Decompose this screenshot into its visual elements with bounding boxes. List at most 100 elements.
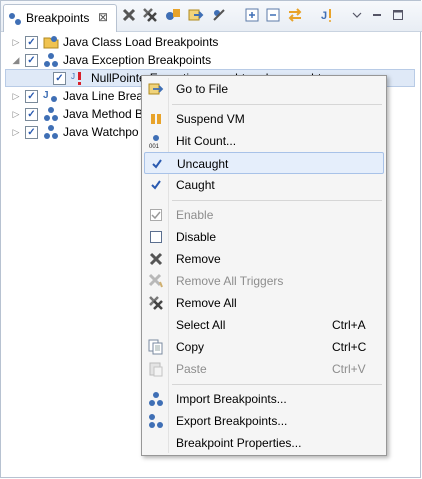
tree-item[interactable]: ▷ ✓ Java Watchpo xyxy=(11,123,139,141)
copy-icon xyxy=(148,339,164,355)
tab-breakpoints[interactable]: Breakpoints ⊠ xyxy=(3,4,117,32)
menu-item-label: Disable xyxy=(176,230,217,244)
swap-icon[interactable] xyxy=(287,7,303,23)
checkbox[interactable]: ✓ xyxy=(25,125,38,139)
menu-item-copy[interactable]: Copy Ctrl+C xyxy=(144,336,384,358)
skip-icon[interactable] xyxy=(165,7,181,23)
remove-icon[interactable] xyxy=(121,7,137,23)
tree-item-label: Java Class Load Breakpoints xyxy=(63,35,219,49)
j-breakpoint-icon[interactable]: J xyxy=(319,7,335,23)
method-breakpoints-icon xyxy=(44,107,58,121)
hit-count-icon: 001 xyxy=(148,133,164,149)
checkbox[interactable]: ✓ xyxy=(25,89,38,103)
breakpoints-view-icon xyxy=(9,13,21,25)
menu-item-caught[interactable]: Caught xyxy=(144,174,384,196)
view-toolbar: Breakpoints ⊠ J xyxy=(1,1,422,32)
checkbox[interactable]: ✓ xyxy=(25,53,38,67)
menu-item-uncaught[interactable]: Uncaught xyxy=(144,152,384,174)
check-icon xyxy=(149,156,165,172)
menu-item-paste[interactable]: Paste Ctrl+V xyxy=(144,358,384,380)
tree-item[interactable]: ▷ ✓ J Java Line Brea xyxy=(11,87,144,105)
menu-item-label: Go to File xyxy=(176,82,229,96)
menu-item-label: Remove xyxy=(176,252,221,266)
tree-item-label: Java Exception Breakpoints xyxy=(63,53,212,67)
menu-item-label: Select All xyxy=(176,318,226,332)
menu-item-label: Export Breakpoints... xyxy=(176,414,288,428)
tree-item[interactable]: ◢ ✓ Java Exception Breakpoints xyxy=(11,51,211,69)
filter-icon[interactable] xyxy=(211,7,227,23)
expand-arrow-icon[interactable]: ▷ xyxy=(11,127,21,138)
export-icon xyxy=(148,413,164,429)
tree-item-label: Java Method B xyxy=(63,107,144,121)
menu-item-label: Import Breakpoints... xyxy=(176,392,287,406)
expand-arrow-icon[interactable]: ▷ xyxy=(11,91,21,102)
class-load-breakpoints-icon xyxy=(43,36,59,49)
menu-item-remove-all[interactable]: Remove All xyxy=(144,292,384,314)
close-icon[interactable]: ⊠ xyxy=(98,10,108,24)
menu-item-breakpoint-properties[interactable]: Breakpoint Properties... xyxy=(144,432,384,454)
exception-breakpoint-icon: J xyxy=(71,72,81,85)
menu-item-remove-all-triggers[interactable]: Remove All Triggers xyxy=(144,270,384,292)
remove-all-icon xyxy=(148,295,164,311)
menu-item-suspend-vm[interactable]: Suspend VM xyxy=(144,108,384,130)
checkbox-checked-icon xyxy=(148,207,164,223)
menu-item-select-all[interactable]: Select All Ctrl+A xyxy=(144,314,384,336)
svg-text:J: J xyxy=(321,10,327,22)
collapse-all-icon[interactable] xyxy=(265,7,281,23)
menu-item-remove[interactable]: Remove xyxy=(144,248,384,270)
remove-triggers-icon xyxy=(148,273,164,289)
import-icon xyxy=(148,391,164,407)
link-icon[interactable] xyxy=(188,7,204,23)
context-menu: Go to File Suspend VM 001 Hit Count... U… xyxy=(141,75,387,456)
menu-item-label: Paste xyxy=(176,362,207,376)
menu-item-shortcut: Ctrl+A xyxy=(332,318,366,332)
checkbox[interactable]: ✓ xyxy=(25,35,38,49)
menu-item-export-breakpoints[interactable]: Export Breakpoints... xyxy=(144,410,384,432)
menu-item-shortcut: Ctrl+V xyxy=(332,362,366,376)
menu-item-label: Hit Count... xyxy=(176,134,237,148)
menu-item-go-to-file[interactable]: Go to File xyxy=(144,78,384,100)
menu-item-enable[interactable]: Enable xyxy=(144,204,384,226)
menu-item-label: Breakpoint Properties... xyxy=(176,436,302,450)
line-breakpoints-icon: J xyxy=(43,90,57,102)
view-menu-icon[interactable] xyxy=(349,7,365,23)
menu-item-label: Uncaught xyxy=(177,157,229,171)
svg-text:J: J xyxy=(71,72,75,81)
menu-item-label: Remove All xyxy=(176,296,237,310)
checkbox-empty-icon xyxy=(148,229,164,245)
menu-item-label: Suspend VM xyxy=(176,112,245,126)
expand-arrow-icon[interactable]: ▷ xyxy=(11,37,21,48)
checkbox[interactable]: ✓ xyxy=(25,107,38,121)
exception-breakpoints-icon xyxy=(44,53,58,67)
expand-arrow-icon[interactable]: ▷ xyxy=(11,109,21,120)
menu-item-hit-count[interactable]: 001 Hit Count... xyxy=(144,130,384,152)
remove-icon xyxy=(148,251,164,267)
watchpoints-icon xyxy=(44,125,58,139)
collapse-arrow-icon[interactable]: ◢ xyxy=(11,55,21,66)
paste-icon xyxy=(148,361,164,377)
checkbox[interactable]: ✓ xyxy=(53,71,66,85)
menu-separator xyxy=(172,104,382,105)
tree-item[interactable]: ▷ ✓ Java Class Load Breakpoints xyxy=(11,33,219,51)
menu-item-label: Enable xyxy=(176,208,214,222)
menu-item-disable[interactable]: Disable xyxy=(144,226,384,248)
svg-text:J: J xyxy=(43,90,49,101)
suspend-vm-icon xyxy=(148,111,164,127)
remove-all-icon[interactable] xyxy=(142,7,158,23)
expand-all-icon[interactable] xyxy=(244,7,260,23)
minimize-icon[interactable] xyxy=(369,7,385,23)
tree-item-label: Java Line Brea xyxy=(63,89,144,103)
menu-item-label: Caught xyxy=(176,178,215,192)
menu-item-label: Copy xyxy=(176,340,205,354)
menu-separator xyxy=(172,200,382,201)
tree-item[interactable]: ▷ ✓ Java Method B xyxy=(11,105,143,123)
menu-item-shortcut: Ctrl+C xyxy=(332,340,367,354)
check-icon xyxy=(148,177,164,193)
menu-item-import-breakpoints[interactable]: Import Breakpoints... xyxy=(144,388,384,410)
svg-text:001: 001 xyxy=(149,144,160,149)
tree-item-label: Java Watchpo xyxy=(63,125,139,139)
tab-label: Breakpoints xyxy=(26,11,90,25)
menu-item-label: Remove All Triggers xyxy=(176,274,284,288)
maximize-icon[interactable] xyxy=(390,7,406,23)
go-to-file-icon xyxy=(148,81,164,97)
